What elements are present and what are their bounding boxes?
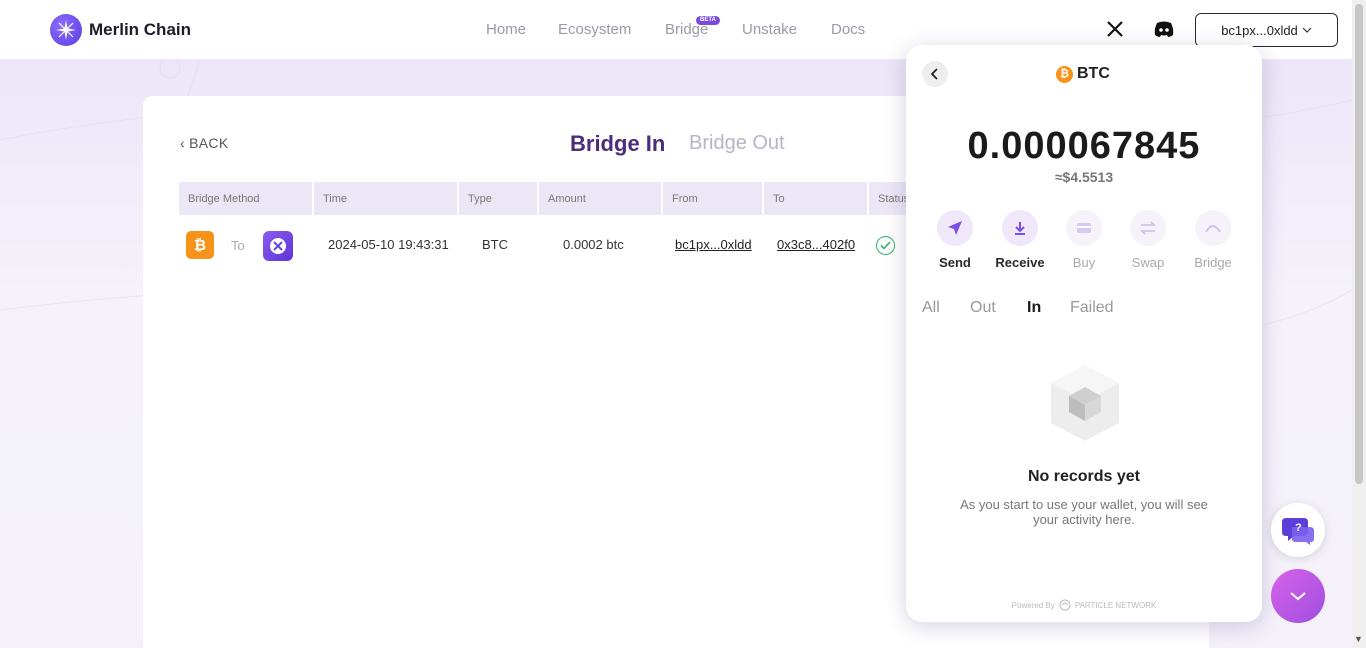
- merlin-logo-icon[interactable]: [50, 14, 82, 46]
- bridge-icon: [1195, 210, 1231, 246]
- chevron-left-icon: [931, 68, 938, 80]
- column-header-to: To: [764, 182, 867, 215]
- wallet-address-button[interactable]: bc1px...0xldd: [1195, 13, 1338, 47]
- wallet-toggle-button[interactable]: [1271, 569, 1325, 623]
- nav-docs[interactable]: Docs: [831, 21, 865, 38]
- x-twitter-icon[interactable]: [1106, 20, 1124, 43]
- column-header-status: Status: [869, 182, 906, 215]
- filter-out[interactable]: Out: [970, 299, 996, 317]
- column-header-type: Type: [459, 182, 537, 215]
- receive-label: Receive: [995, 255, 1045, 270]
- panel-title-text: BTC: [1077, 65, 1110, 82]
- wallet-address: bc1px...0xldd: [1221, 22, 1298, 38]
- send-label: Send: [939, 255, 971, 270]
- row-to-link[interactable]: 0x3c8...402f0: [777, 237, 855, 252]
- send-icon: [937, 210, 973, 246]
- scroll-down-arrow-icon[interactable]: ▼: [1354, 634, 1363, 644]
- merlin-chain-icon: [263, 231, 293, 261]
- help-chat-button[interactable]: ?: [1271, 503, 1325, 557]
- bridge-button[interactable]: Bridge: [1183, 210, 1243, 270]
- nav-unstake[interactable]: Unstake: [742, 21, 797, 38]
- method-to-label: To: [231, 238, 245, 253]
- swap-icon: [1130, 210, 1166, 246]
- chevron-down-icon: [1290, 592, 1306, 601]
- usd-value: ≈$4.5513: [1054, 169, 1114, 185]
- empty-state-title: No records yet: [1027, 468, 1141, 485]
- filter-in[interactable]: In: [1027, 299, 1041, 317]
- back-label: BACK: [189, 135, 229, 151]
- column-header-bridge-method: Bridge Method: [179, 182, 312, 215]
- status-success-icon: [876, 236, 895, 255]
- chevron-down-icon: [1302, 27, 1312, 33]
- filter-all[interactable]: All: [922, 299, 940, 317]
- swap-label: Swap: [1131, 255, 1165, 270]
- bitcoin-icon: ₿: [186, 231, 214, 259]
- column-header-amount: Amount: [539, 182, 661, 215]
- nav-home[interactable]: Home: [486, 21, 526, 38]
- column-header-from: From: [663, 182, 762, 215]
- bridge-label: Bridge: [1194, 255, 1232, 270]
- tab-bridge-out[interactable]: Bridge Out: [689, 132, 785, 155]
- discord-icon[interactable]: [1153, 20, 1175, 43]
- receive-icon: [1002, 210, 1038, 246]
- btc-balance: 0.000067845: [967, 125, 1201, 167]
- powered-by-footer: Powered By PARTICLE NETWORK: [906, 599, 1262, 611]
- beta-badge: BETA: [696, 16, 720, 25]
- buy-button[interactable]: Buy: [1054, 210, 1114, 270]
- particle-network-label: PARTICLE NETWORK: [1074, 600, 1157, 610]
- receive-button[interactable]: Receive: [990, 210, 1050, 270]
- powered-by-label: Powered By: [1011, 600, 1055, 610]
- panel-back-button[interactable]: [922, 61, 948, 87]
- row-time: 2024-05-10 19:43:31: [328, 237, 449, 252]
- wallet-panel: ₿ BTC 0.000067845 ≈$4.5513 Send Receive …: [906, 45, 1262, 622]
- panel-title: ₿ BTC: [1056, 65, 1110, 83]
- back-button[interactable]: ‹ BACK: [180, 135, 228, 151]
- row-from-link[interactable]: bc1px...0xldd: [675, 237, 752, 252]
- column-header-time: Time: [314, 182, 457, 215]
- empty-state-description: As you start to use your wallet, you wil…: [960, 497, 1208, 527]
- nav-ecosystem[interactable]: Ecosystem: [558, 21, 631, 38]
- particle-network-logo-icon: [1059, 599, 1071, 611]
- svg-text:?: ?: [1295, 522, 1302, 534]
- scrollbar-thumb[interactable]: [1355, 4, 1363, 484]
- bitcoin-icon: ₿: [1056, 65, 1073, 83]
- card-icon: [1066, 210, 1102, 246]
- row-type: BTC: [482, 237, 508, 252]
- buy-label: Buy: [1072, 255, 1096, 270]
- filter-failed[interactable]: Failed: [1070, 299, 1114, 317]
- help-chat-icon: ?: [1282, 518, 1314, 545]
- row-amount: 0.0002 btc: [563, 237, 624, 252]
- tab-bridge-in[interactable]: Bridge In: [570, 131, 665, 157]
- swap-button[interactable]: Swap: [1118, 210, 1178, 270]
- brand-name[interactable]: Merlin Chain: [89, 20, 191, 40]
- empty-box-icon: [1049, 363, 1121, 448]
- send-button[interactable]: Send: [925, 210, 985, 270]
